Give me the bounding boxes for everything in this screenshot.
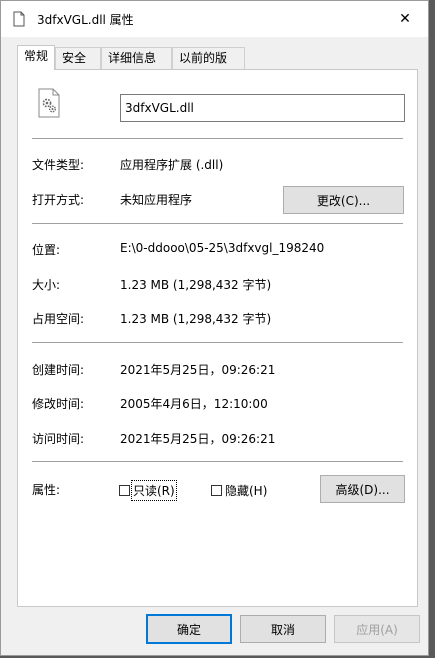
separator [32, 138, 403, 139]
readonly-label: 只读(R) [131, 480, 177, 501]
size-on-disk-label: 占用空间: [32, 312, 85, 326]
close-icon: ✕ [399, 11, 411, 27]
modified-label: 修改时间: [32, 397, 85, 411]
filename-field[interactable] [120, 94, 405, 122]
created-value: 2021年5月25日，09:26:21 [120, 363, 276, 377]
attributes-label: 属性: [32, 483, 61, 497]
hidden-checkbox[interactable]: 隐藏(H) [211, 482, 267, 499]
size-on-disk-value: 1.23 MB (1,298,432 字节) [120, 312, 272, 326]
apply-button-label: 应用(A) [356, 622, 398, 637]
separator [32, 223, 403, 224]
general-tab-panel: 文件类型: 应用程序扩展 (.dll) 打开方式: 未知应用程序 更改(C)..… [17, 69, 418, 607]
change-button[interactable]: 更改(C)... [283, 186, 404, 214]
location-value: E:\0-ddooo\05-25\3dfxvgl_198240 [120, 241, 325, 255]
file-type-label: 文件类型: [32, 158, 85, 172]
tab-label: 安全 [62, 51, 87, 65]
window-title: 3dfxVGL.dll 属性 [37, 13, 134, 27]
location-label: 位置: [32, 243, 61, 257]
separator [32, 342, 403, 343]
tab-label: 常规 [24, 49, 49, 63]
cancel-button-label: 取消 [270, 622, 295, 637]
created-label: 创建时间: [32, 363, 85, 377]
ok-button-label: 确定 [176, 622, 201, 637]
document-icon [13, 11, 25, 27]
modified-value: 2005年4月6日，12:10:00 [120, 397, 268, 411]
readonly-checkbox[interactable]: 只读(R) [119, 480, 177, 501]
change-button-label: 更改(C)... [316, 193, 371, 208]
tab-details[interactable]: 详细信息 [101, 47, 172, 69]
properties-dialog: 3dfxVGL.dll 属性 ✕ 常规 安全 详细信息 以前的版本 文件类型 [0, 0, 429, 656]
dll-settings-file-icon [38, 88, 60, 118]
ok-button[interactable]: 确定 [146, 614, 232, 644]
checkbox-box[interactable] [119, 485, 130, 496]
tab-general[interactable]: 常规 [17, 45, 55, 70]
separator [32, 461, 403, 462]
hidden-label: 隐藏(H) [225, 484, 268, 498]
checkbox-box[interactable] [211, 485, 222, 496]
advanced-button[interactable]: 高级(D)... [320, 475, 405, 503]
apply-button[interactable]: 应用(A) [334, 615, 420, 643]
size-label: 大小: [32, 278, 61, 292]
tab-previous-versions[interactable]: 以前的版本 [172, 47, 245, 85]
opens-with-value: 未知应用程序 [120, 193, 193, 207]
accessed-value: 2021年5月25日，09:26:21 [120, 432, 276, 446]
opens-with-label: 打开方式: [32, 193, 85, 207]
cancel-button[interactable]: 取消 [240, 615, 326, 643]
tab-label: 详细信息 [108, 51, 157, 65]
tab-security[interactable]: 安全 [55, 47, 101, 69]
accessed-label: 访问时间: [32, 432, 85, 446]
title-bar[interactable]: 3dfxVGL.dll 属性 ✕ [1, 1, 428, 37]
advanced-button-label: 高级(D)... [335, 482, 390, 497]
close-button[interactable]: ✕ [382, 1, 428, 37]
size-value: 1.23 MB (1,298,432 字节) [120, 278, 272, 292]
file-type-value: 应用程序扩展 (.dll) [120, 158, 224, 172]
